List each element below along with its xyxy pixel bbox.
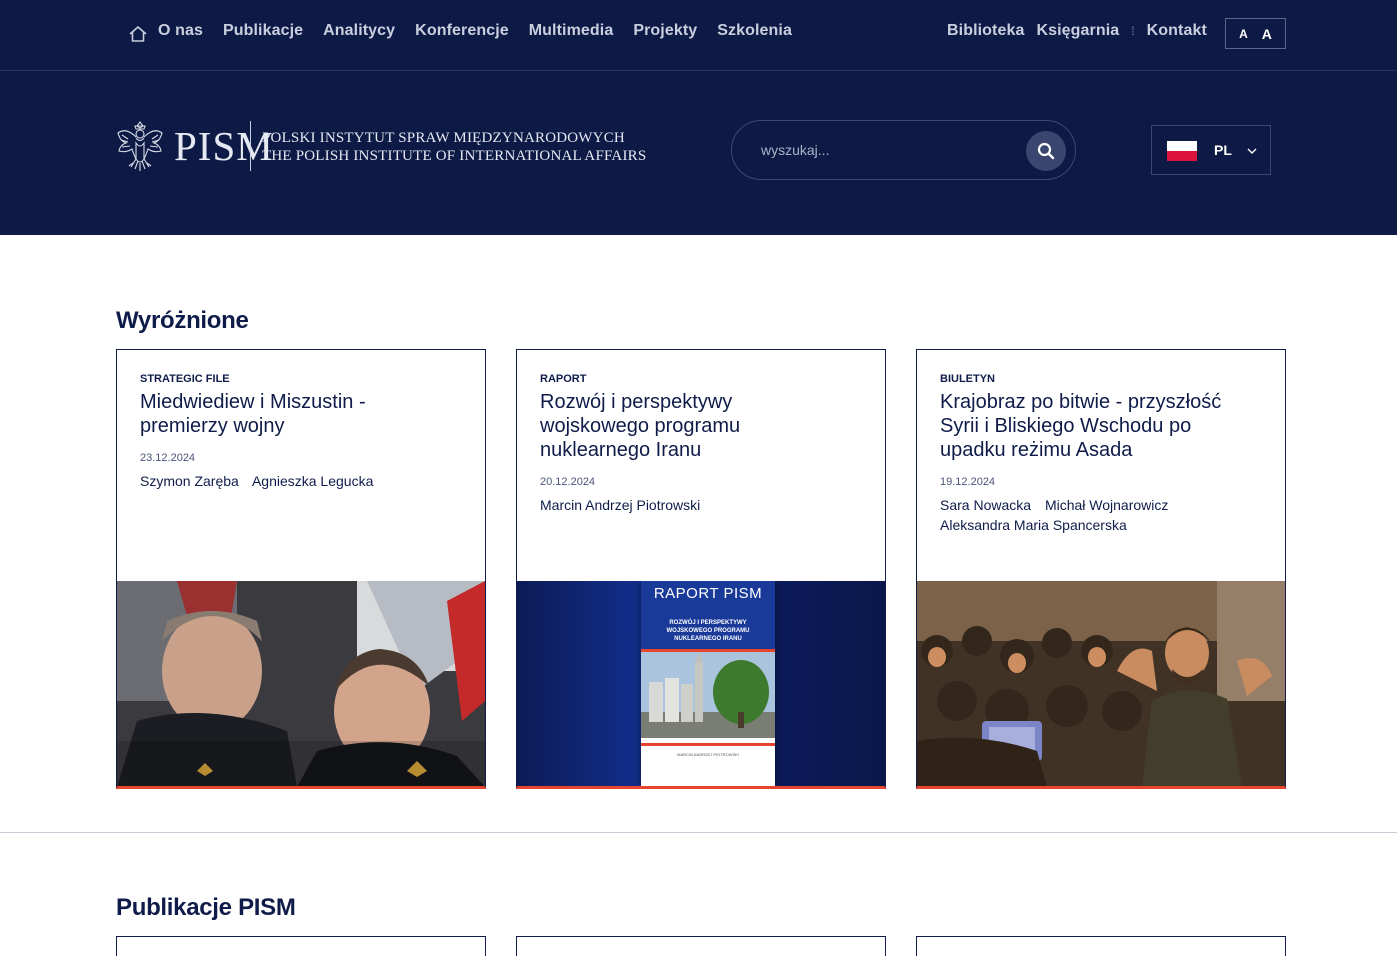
nav-multimedia[interactable]: Multimedia	[529, 22, 614, 40]
author-link[interactable]: Szymon Zaręba	[140, 473, 239, 489]
search-box	[731, 120, 1076, 180]
featured-card[interactable]: RAPORT Rozwój i perspektywy wojskowego p…	[516, 349, 886, 789]
font-size-large-button[interactable]: A	[1262, 26, 1272, 42]
top-navigation-bar: O nas Publikacje Analitycy Konferencje M…	[0, 0, 1397, 71]
eagle-emblem-icon[interactable]	[116, 119, 164, 173]
card-image-politicians[interactable]	[117, 581, 485, 786]
card-title[interactable]: Rozwój i perspektywy wojskowego programu…	[540, 390, 790, 462]
publication-card[interactable]	[116, 936, 486, 956]
author-link[interactable]: Aleksandra Maria Spancerska	[940, 517, 1127, 533]
card-type: STRATEGIC FILE	[140, 373, 230, 385]
font-size-switcher: A A	[1225, 18, 1286, 49]
card-authors: Marcin Andrzej Piotrowski	[540, 495, 860, 515]
nav-projekty[interactable]: Projekty	[633, 22, 697, 40]
nav-konferencje[interactable]: Konferencje	[415, 22, 509, 40]
card-title[interactable]: Krajobraz po bitwie - przyszłość Syrii i…	[940, 390, 1260, 462]
author-link[interactable]: Sara Nowacka	[940, 497, 1031, 513]
featured-card[interactable]: BIULETYN Krajobraz po bitwie - przyszłoś…	[916, 349, 1286, 789]
publications-section-title: Publikacje PISM	[116, 894, 296, 921]
report-cover-subtitle: ROZWÓJ I PERSPEKTYWY WOJSKOWEGO PROGRAMU…	[641, 607, 775, 649]
logo-divider	[250, 121, 251, 171]
logo-abbreviation[interactable]: PISM	[174, 123, 274, 169]
nav-kontakt[interactable]: Kontakt	[1147, 22, 1207, 40]
nav-szkolenia[interactable]: Szkolenia	[717, 22, 792, 40]
card-authors: Sara Nowacka Michał Wojnarowicz Aleksand…	[940, 495, 1190, 535]
search-input[interactable]	[761, 139, 1011, 161]
font-size-small-button[interactable]: A	[1239, 27, 1248, 41]
section-divider	[0, 832, 1397, 833]
site-header: PISM POLSKI INSTYTUT SPRAW MIĘDZYNARODOW…	[0, 71, 1397, 235]
author-link[interactable]: Agnieszka Legucka	[252, 473, 373, 489]
author-link[interactable]: Michał Wojnarowicz	[1045, 497, 1168, 513]
nav-o-nas[interactable]: O nas	[158, 22, 203, 40]
report-cover-author: MARCIN ANDRZEJ PIOTROWSKI	[677, 752, 739, 757]
poland-flag-icon	[1167, 141, 1197, 161]
search-button[interactable]	[1026, 131, 1066, 171]
chevron-down-icon	[1247, 148, 1257, 154]
language-selector[interactable]: PL	[1151, 125, 1271, 175]
logo-full-name[interactable]: POLSKI INSTYTUT SPRAW MIĘDZYNARODOWYCH T…	[262, 129, 646, 165]
report-cover-photo	[641, 652, 775, 738]
featured-section-title: Wyróżnione	[116, 307, 249, 334]
secondary-nav: Biblioteka Księgarnia ⁞ Kontakt	[947, 22, 1207, 40]
logo-line-english: THE POLISH INSTITUTE OF INTERNATIONAL AF…	[262, 148, 647, 164]
nav-publikacje[interactable]: Publikacje	[223, 22, 303, 40]
language-code: PL	[1214, 142, 1232, 158]
card-date: 23.12.2024	[140, 452, 196, 464]
logo-line-polish: POLSKI INSTYTUT SPRAW MIĘDZYNARODOWYCH	[262, 130, 625, 146]
card-title[interactable]: Miedwiediew i Miszustin - premierzy wojn…	[140, 390, 390, 438]
report-cover-title: RAPORT PISM	[641, 581, 775, 607]
nav-ksiegarnia[interactable]: Księgarnia	[1036, 22, 1119, 40]
card-date: 19.12.2024	[940, 476, 996, 488]
publication-card[interactable]	[916, 936, 1286, 956]
card-image-report-cover[interactable]: RAPORT PISM ROZWÓJ I PERSPEKTYWY WOJSKOW…	[517, 581, 885, 786]
nav-biblioteka[interactable]: Biblioteka	[947, 22, 1024, 40]
report-cover: RAPORT PISM ROZWÓJ I PERSPEKTYWY WOJSKOW…	[641, 581, 775, 786]
card-image-crowd[interactable]	[917, 581, 1285, 786]
home-icon[interactable]	[128, 24, 148, 44]
featured-card[interactable]: STRATEGIC FILE Miedwiediew i Miszustin -…	[116, 349, 486, 789]
nav-separator: ⁞	[1131, 24, 1135, 38]
card-type: RAPORT	[540, 373, 587, 385]
main-nav: O nas Publikacje Analitycy Konferencje M…	[158, 22, 812, 40]
nav-analitycy[interactable]: Analitycy	[323, 22, 395, 40]
card-type: BIULETYN	[940, 373, 995, 385]
card-date: 20.12.2024	[540, 476, 596, 488]
search-icon	[1037, 142, 1055, 160]
author-link[interactable]: Marcin Andrzej Piotrowski	[540, 497, 700, 513]
card-authors: Szymon Zaręba Agnieszka Legucka	[140, 471, 460, 491]
publication-card[interactable]	[516, 936, 886, 956]
